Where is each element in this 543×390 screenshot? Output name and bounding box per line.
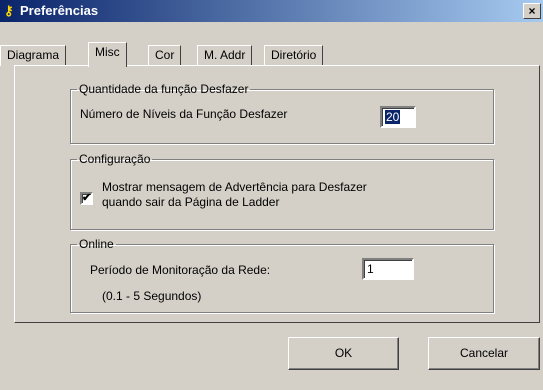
undo-warning-checkbox[interactable]: ✔ (80, 192, 93, 205)
title-bar[interactable]: ⚷ Preferências × (0, 0, 543, 22)
tab-diagrama[interactable]: Diagrama (0, 45, 67, 66)
undo-levels-field[interactable]: 20 (380, 106, 416, 128)
tab-m-addr[interactable]: M. Addr (197, 45, 253, 66)
close-button[interactable]: × (523, 3, 541, 19)
tab-strip: Diagrama Misc Cor M. Addr Diretório (0, 42, 543, 67)
tab-cor[interactable]: Cor (148, 45, 182, 66)
monitor-period-value: 1 (367, 262, 374, 276)
undo-levels-label: Número de Níveis da Função Desfazer (80, 107, 288, 121)
tab-diretorio[interactable]: Diretório (264, 45, 324, 66)
configuration-group-legend: Configuração (79, 152, 151, 166)
preferences-dialog: ⚷ Preferências × Diagrama Misc Cor M. Ad… (0, 0, 543, 390)
key-icon: ⚷ (4, 3, 14, 18)
undo-warning-label-line1: Mostrar mensagem de Advertência para Des… (102, 180, 367, 194)
monitor-period-label: Período de Monitoração da Rede: (90, 263, 271, 277)
window-title: Preferências (20, 3, 99, 18)
online-group-legend: Online (79, 237, 114, 251)
undo-group-legend: Quantidade da função Desfazer (79, 82, 249, 96)
ok-button[interactable]: OK (288, 337, 399, 370)
monitor-period-field[interactable]: 1 (362, 258, 414, 280)
tab-misc[interactable]: Misc (88, 42, 127, 67)
undo-levels-value: 20 (385, 110, 401, 124)
undo-warning-label-line2: quando sair da Página de Ladder (102, 195, 280, 209)
monitor-period-range-hint: (0.1 - 5 Segundos) (102, 289, 202, 303)
cancel-button[interactable]: Cancelar (428, 337, 540, 370)
